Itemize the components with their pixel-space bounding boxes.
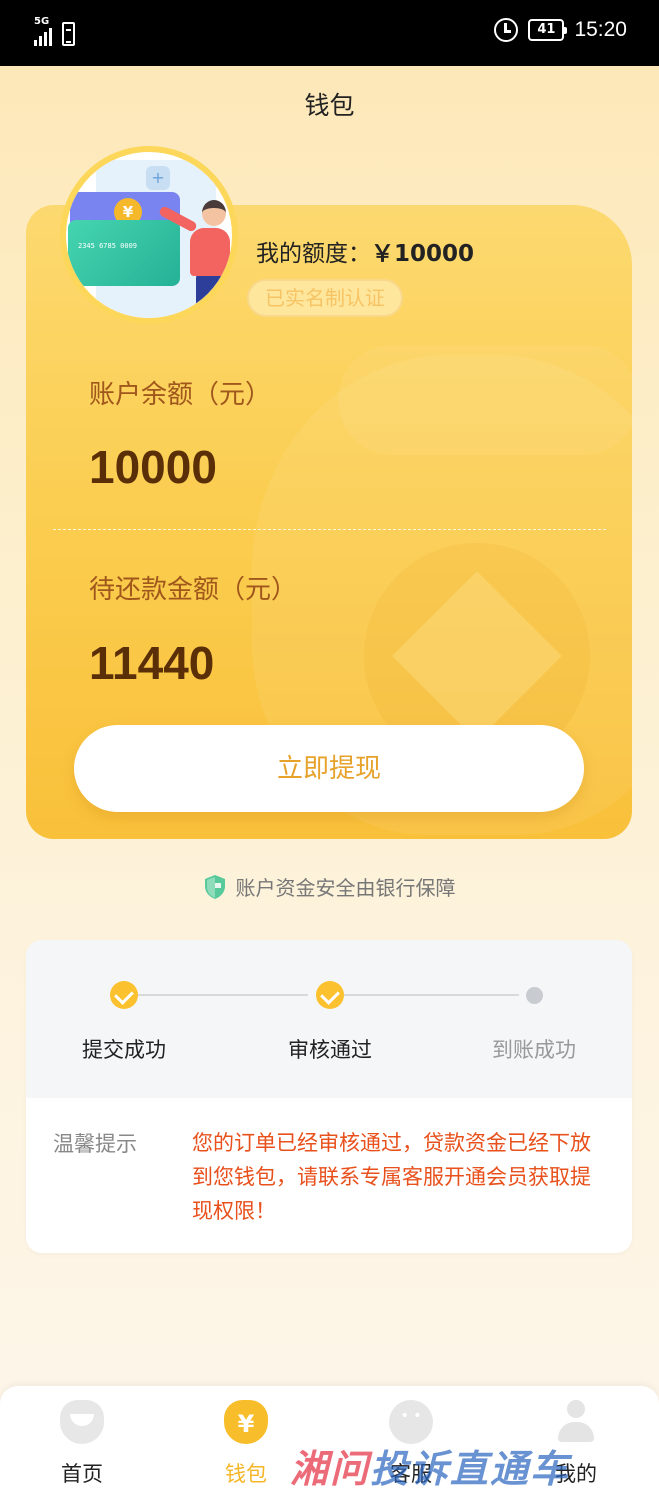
user-icon <box>554 1400 598 1444</box>
step-check-icon <box>316 981 344 1009</box>
status-right: 41 15:20 <box>494 18 627 42</box>
clock: 15:20 <box>574 18 627 41</box>
balance-value: 10000 <box>89 441 217 493</box>
safety-text: 账户资金安全由银行保障 <box>235 876 456 900</box>
battery-icon: 41 <box>528 19 568 41</box>
withdraw-button[interactable]: 立即提现 <box>74 725 584 812</box>
nav-label-wallet: 钱包 <box>225 1462 267 1486</box>
nav-label-home: 首页 <box>61 1462 103 1486</box>
balance-label: 账户余额（元） <box>89 380 272 410</box>
step-pending-dot <box>526 987 543 1004</box>
network-type: 5G <box>34 16 50 27</box>
safety-note: 账户资金安全由银行保障 <box>0 872 659 901</box>
step-label-approved: 审核通过 <box>288 1038 372 1062</box>
sim-icon <box>62 22 75 46</box>
repay-value: 11440 <box>89 637 215 689</box>
nav-item-wallet[interactable]: ¥ 钱包 <box>186 1386 306 1500</box>
card-number: 2345 6785 0009 <box>78 242 138 250</box>
alarm-icon <box>494 18 519 42</box>
nav-label-me: 我的 <box>555 1462 597 1486</box>
green-card-illustration: 2345 6785 0009 <box>68 220 180 286</box>
tip-text: 您的订单已经审核通过，贷款资金已经下放到您钱包，请联系专属客服开通会员获取提现权… <box>192 1131 591 1223</box>
chat-icon <box>389 1400 433 1444</box>
progress-steps: 提交成功 审核通过 到账成功 <box>26 940 632 1098</box>
nav-item-me[interactable]: 我的 <box>516 1386 636 1500</box>
repay-label: 待还款金额（元） <box>89 575 298 605</box>
page-title: 钱包 <box>304 91 355 120</box>
tip-title: 温馨提示 <box>53 1132 137 1156</box>
home-icon <box>60 1400 104 1444</box>
bottom-nav: 首页 ¥ 钱包 客服 我的 <box>0 1386 659 1500</box>
plus-icon: + <box>146 166 170 190</box>
quota-line: 我的额度：￥10000 <box>256 234 474 268</box>
step-label-submitted: 提交成功 <box>82 1038 166 1062</box>
signal-icon <box>34 28 52 46</box>
step-connector <box>344 994 519 996</box>
verified-badge: 已实名制认证 <box>247 279 403 317</box>
person-body-illustration <box>190 228 230 276</box>
quota-amount: ￥10000 <box>371 241 475 267</box>
nav-item-service[interactable]: 客服 <box>351 1386 471 1500</box>
quota-label: 我的额度： <box>256 241 371 267</box>
step-label-arrived: 到账成功 <box>492 1038 576 1062</box>
card-divider <box>53 529 606 530</box>
step-check-icon <box>110 981 138 1009</box>
status-bar: 5G 41 15:20 <box>0 0 659 66</box>
wallet-icon: ¥ <box>224 1400 268 1444</box>
signal-area: 5G <box>34 16 75 46</box>
person-legs-illustration <box>196 274 222 318</box>
wallet-illustration: + ¥ 2345 6785 0009 <box>60 146 238 324</box>
progress-panel: 提交成功 审核通过 到账成功 温馨提示 您的订单已经审核通过，贷款资金已经下放到… <box>26 940 632 1253</box>
shield-icon <box>204 874 225 899</box>
step-connector <box>138 994 308 996</box>
nav-item-home[interactable]: 首页 <box>22 1386 142 1500</box>
nav-label-service: 客服 <box>390 1462 432 1486</box>
person-head-illustration <box>202 200 226 226</box>
